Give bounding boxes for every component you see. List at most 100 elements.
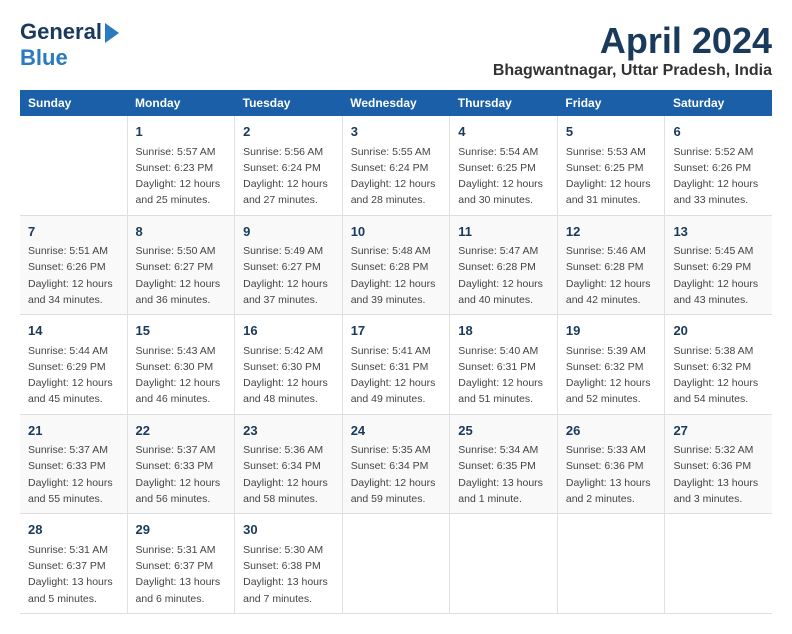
cell-info: Sunrise: 5:30 AM Sunset: 6:38 PM Dayligh… (243, 542, 334, 607)
calendar-cell: 19Sunrise: 5:39 AM Sunset: 6:32 PM Dayli… (557, 315, 665, 415)
calendar-cell: 25Sunrise: 5:34 AM Sunset: 6:35 PM Dayli… (450, 414, 558, 514)
cell-info: Sunrise: 5:53 AM Sunset: 6:25 PM Dayligh… (566, 144, 657, 209)
day-number: 8 (136, 222, 227, 242)
day-number: 26 (566, 421, 657, 441)
day-number: 22 (136, 421, 227, 441)
page-header: General Blue April 2024 Bhagwantnagar, U… (20, 20, 772, 80)
calendar-header: SundayMondayTuesdayWednesdayThursdayFrid… (20, 90, 772, 116)
calendar-cell: 7Sunrise: 5:51 AM Sunset: 6:26 PM Daylig… (20, 215, 127, 315)
day-number: 11 (458, 222, 549, 242)
cell-info: Sunrise: 5:31 AM Sunset: 6:37 PM Dayligh… (136, 542, 227, 607)
day-number: 2 (243, 122, 334, 142)
cell-info: Sunrise: 5:36 AM Sunset: 6:34 PM Dayligh… (243, 442, 334, 507)
calendar-cell: 21Sunrise: 5:37 AM Sunset: 6:33 PM Dayli… (20, 414, 127, 514)
calendar-cell: 20Sunrise: 5:38 AM Sunset: 6:32 PM Dayli… (665, 315, 772, 415)
day-number: 21 (28, 421, 119, 441)
cell-info: Sunrise: 5:46 AM Sunset: 6:28 PM Dayligh… (566, 243, 657, 308)
calendar-cell: 27Sunrise: 5:32 AM Sunset: 6:36 PM Dayli… (665, 414, 772, 514)
week-row-2: 7Sunrise: 5:51 AM Sunset: 6:26 PM Daylig… (20, 215, 772, 315)
calendar-cell: 26Sunrise: 5:33 AM Sunset: 6:36 PM Dayli… (557, 414, 665, 514)
header-thursday: Thursday (450, 90, 558, 116)
cell-info: Sunrise: 5:37 AM Sunset: 6:33 PM Dayligh… (28, 442, 119, 507)
header-monday: Monday (127, 90, 235, 116)
calendar-cell: 8Sunrise: 5:50 AM Sunset: 6:27 PM Daylig… (127, 215, 235, 315)
calendar-cell: 16Sunrise: 5:42 AM Sunset: 6:30 PM Dayli… (235, 315, 343, 415)
cell-info: Sunrise: 5:54 AM Sunset: 6:25 PM Dayligh… (458, 144, 549, 209)
day-number: 20 (673, 321, 764, 341)
calendar-cell: 24Sunrise: 5:35 AM Sunset: 6:34 PM Dayli… (342, 414, 450, 514)
cell-info: Sunrise: 5:48 AM Sunset: 6:28 PM Dayligh… (351, 243, 442, 308)
cell-info: Sunrise: 5:40 AM Sunset: 6:31 PM Dayligh… (458, 343, 549, 408)
cell-info: Sunrise: 5:43 AM Sunset: 6:30 PM Dayligh… (136, 343, 227, 408)
day-number: 3 (351, 122, 442, 142)
week-row-3: 14Sunrise: 5:44 AM Sunset: 6:29 PM Dayli… (20, 315, 772, 415)
calendar-cell: 30Sunrise: 5:30 AM Sunset: 6:38 PM Dayli… (235, 514, 343, 614)
cell-info: Sunrise: 5:35 AM Sunset: 6:34 PM Dayligh… (351, 442, 442, 507)
logo-blue-text: Blue (20, 46, 68, 70)
calendar-cell (665, 514, 772, 614)
calendar-cell: 28Sunrise: 5:31 AM Sunset: 6:37 PM Dayli… (20, 514, 127, 614)
header-tuesday: Tuesday (235, 90, 343, 116)
day-number: 13 (673, 222, 764, 242)
calendar-cell: 3Sunrise: 5:55 AM Sunset: 6:24 PM Daylig… (342, 116, 450, 215)
cell-info: Sunrise: 5:37 AM Sunset: 6:33 PM Dayligh… (136, 442, 227, 507)
cell-info: Sunrise: 5:42 AM Sunset: 6:30 PM Dayligh… (243, 343, 334, 408)
calendar-cell: 13Sunrise: 5:45 AM Sunset: 6:29 PM Dayli… (665, 215, 772, 315)
header-saturday: Saturday (665, 90, 772, 116)
header-sunday: Sunday (20, 90, 127, 116)
cell-info: Sunrise: 5:33 AM Sunset: 6:36 PM Dayligh… (566, 442, 657, 507)
calendar-cell: 6Sunrise: 5:52 AM Sunset: 6:26 PM Daylig… (665, 116, 772, 215)
day-number: 25 (458, 421, 549, 441)
week-row-5: 28Sunrise: 5:31 AM Sunset: 6:37 PM Dayli… (20, 514, 772, 614)
cell-info: Sunrise: 5:45 AM Sunset: 6:29 PM Dayligh… (673, 243, 764, 308)
title-section: April 2024 Bhagwantnagar, Uttar Pradesh,… (493, 20, 772, 80)
header-friday: Friday (557, 90, 665, 116)
day-number: 1 (136, 122, 227, 142)
cell-info: Sunrise: 5:57 AM Sunset: 6:23 PM Dayligh… (136, 144, 227, 209)
calendar-cell: 14Sunrise: 5:44 AM Sunset: 6:29 PM Dayli… (20, 315, 127, 415)
calendar-cell: 2Sunrise: 5:56 AM Sunset: 6:24 PM Daylig… (235, 116, 343, 215)
cell-info: Sunrise: 5:32 AM Sunset: 6:36 PM Dayligh… (673, 442, 764, 507)
calendar-cell: 4Sunrise: 5:54 AM Sunset: 6:25 PM Daylig… (450, 116, 558, 215)
cell-info: Sunrise: 5:47 AM Sunset: 6:28 PM Dayligh… (458, 243, 549, 308)
day-number: 17 (351, 321, 442, 341)
logo-text: General (20, 20, 119, 44)
cell-info: Sunrise: 5:56 AM Sunset: 6:24 PM Dayligh… (243, 144, 334, 209)
cell-info: Sunrise: 5:38 AM Sunset: 6:32 PM Dayligh… (673, 343, 764, 408)
header-wednesday: Wednesday (342, 90, 450, 116)
day-number: 24 (351, 421, 442, 441)
day-number: 23 (243, 421, 334, 441)
day-number: 9 (243, 222, 334, 242)
cell-info: Sunrise: 5:34 AM Sunset: 6:35 PM Dayligh… (458, 442, 549, 507)
logo: General Blue (20, 20, 119, 70)
day-number: 12 (566, 222, 657, 242)
cell-info: Sunrise: 5:44 AM Sunset: 6:29 PM Dayligh… (28, 343, 119, 408)
day-number: 16 (243, 321, 334, 341)
calendar-cell: 29Sunrise: 5:31 AM Sunset: 6:37 PM Dayli… (127, 514, 235, 614)
day-number: 14 (28, 321, 119, 341)
day-number: 29 (136, 520, 227, 540)
calendar-title: April 2024 (493, 20, 772, 62)
cell-info: Sunrise: 5:55 AM Sunset: 6:24 PM Dayligh… (351, 144, 442, 209)
day-number: 18 (458, 321, 549, 341)
day-number: 28 (28, 520, 119, 540)
calendar-cell: 15Sunrise: 5:43 AM Sunset: 6:30 PM Dayli… (127, 315, 235, 415)
calendar-cell (20, 116, 127, 215)
cell-info: Sunrise: 5:39 AM Sunset: 6:32 PM Dayligh… (566, 343, 657, 408)
cell-info: Sunrise: 5:49 AM Sunset: 6:27 PM Dayligh… (243, 243, 334, 308)
calendar-table: SundayMondayTuesdayWednesdayThursdayFrid… (20, 90, 772, 614)
day-number: 6 (673, 122, 764, 142)
week-row-4: 21Sunrise: 5:37 AM Sunset: 6:33 PM Dayli… (20, 414, 772, 514)
calendar-cell (342, 514, 450, 614)
cell-info: Sunrise: 5:41 AM Sunset: 6:31 PM Dayligh… (351, 343, 442, 408)
cell-info: Sunrise: 5:51 AM Sunset: 6:26 PM Dayligh… (28, 243, 119, 308)
week-row-1: 1Sunrise: 5:57 AM Sunset: 6:23 PM Daylig… (20, 116, 772, 215)
calendar-subtitle: Bhagwantnagar, Uttar Pradesh, India (493, 62, 772, 80)
calendar-cell: 10Sunrise: 5:48 AM Sunset: 6:28 PM Dayli… (342, 215, 450, 315)
calendar-cell: 11Sunrise: 5:47 AM Sunset: 6:28 PM Dayli… (450, 215, 558, 315)
calendar-cell: 9Sunrise: 5:49 AM Sunset: 6:27 PM Daylig… (235, 215, 343, 315)
day-number: 30 (243, 520, 334, 540)
day-number: 7 (28, 222, 119, 242)
cell-info: Sunrise: 5:31 AM Sunset: 6:37 PM Dayligh… (28, 542, 119, 607)
calendar-cell: 18Sunrise: 5:40 AM Sunset: 6:31 PM Dayli… (450, 315, 558, 415)
